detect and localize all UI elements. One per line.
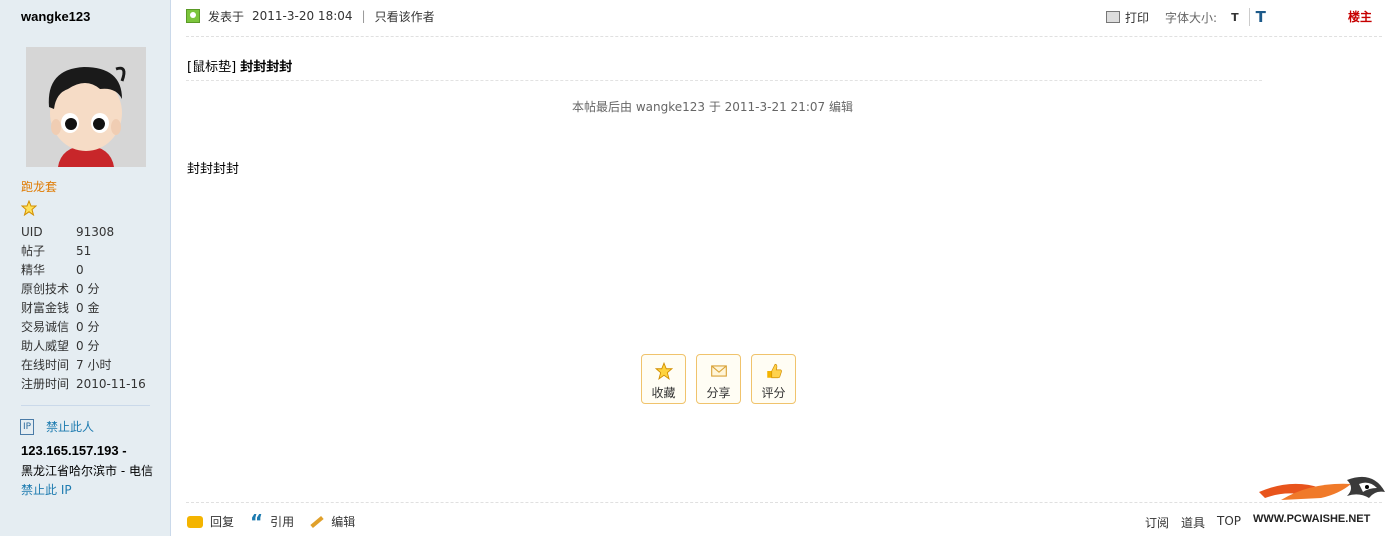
quote-button[interactable]: “ 引用 [250,509,295,534]
envelope-icon [710,365,727,377]
reply-button[interactable]: 回复 [187,513,234,530]
avatar[interactable] [26,47,146,167]
favorite-button[interactable]: 收藏 [641,354,686,404]
stat-row: UID 91308 [21,224,146,243]
post-title: [鼠标垫] 封封封封 [187,56,292,75]
ip-icon[interactable]: IP [20,418,34,435]
stat-label: 交易诚信 [21,320,70,334]
post-actions: 收藏 分享 评分 [641,354,806,404]
site-logo: WWW.PCWAISHE.NET [1253,476,1385,525]
post-meta: 发表于 2011-3-20 18:04 | 只看该作者 [186,7,435,25]
top-link[interactable]: TOP [1217,514,1241,531]
only-author-link[interactable]: 只看该作者 [375,8,435,25]
stat-label: 在线时间 [21,358,70,372]
stat-value: 51 [76,244,92,258]
print-link[interactable]: 打印 [1125,9,1149,26]
user-rank: 跑龙套 [21,180,58,194]
stat-label: 注册时间 [21,377,70,391]
stat-row: 交易诚信 0 分 [21,319,146,338]
quote-icon: “ [250,509,264,534]
font-small-button[interactable]: T [1231,11,1239,24]
stat-value: 0 分 [76,320,100,334]
meta-divider [186,36,1382,37]
ban-ip-link[interactable]: 禁止此 IP [21,481,72,498]
stat-label: 精华 [21,263,46,277]
thumb-icon [766,363,782,379]
reply-icon [187,515,203,528]
stat-label: 原创技术 [21,282,70,296]
user-stats: UID 91308 帖子 51 精华 0 原创技术 0 分 财富金钱 0 金 交易诚信 0 … [21,224,146,395]
title-divider [186,80,1262,81]
rate-button[interactable]: 评分 [751,354,796,404]
post-footer-links: 订阅 道具 TOP [1145,514,1253,531]
footer-divider [186,502,1382,503]
stat-row: 精华 0 [21,262,146,281]
stat-label: UID [21,225,43,239]
tools-link[interactable]: 道具 [1181,514,1205,531]
edit-label: 编辑 [331,515,356,529]
stat-value: 91308 [76,225,115,239]
edit-button[interactable]: 编辑 [310,513,355,530]
site-watermark: WWW.PCWAISHE.NET [1253,513,1371,525]
floor-label[interactable]: 楼主 [1348,8,1372,25]
subscribe-link[interactable]: 订阅 [1145,514,1169,531]
share-button[interactable]: 分享 [696,354,741,404]
favorite-label: 收藏 [651,386,676,400]
title-text: 封封封封 [240,60,293,75]
stat-value: 0 分 [76,282,100,296]
font-large-button[interactable]: T [1248,8,1266,26]
stat-value: 0 分 [76,339,100,353]
ip-actions: IP 禁止此人 [20,418,94,435]
ip-location: 黑龙江省哈尔滨市 - 电信 [21,464,153,478]
posted-time: 2011-3-20 18:04 [252,9,353,23]
star-icon [654,362,673,380]
pencil-icon [310,515,324,528]
post-footer-actions: 回复 “ 引用 编辑 [187,509,371,534]
ban-user-link[interactable]: 禁止此人 [46,418,94,435]
rank-star-icon [21,200,37,216]
stat-label: 财富金钱 [21,301,70,315]
reply-label: 回复 [210,515,235,529]
title-category[interactable]: [鼠标垫] [187,60,236,75]
post-body: 封封封封 [187,162,240,177]
stat-row: 注册时间 2010-11-16 [21,376,146,395]
stat-label: 助人威望 [21,339,70,353]
rate-label: 评分 [761,386,786,400]
stat-label: 帖子 [21,244,46,258]
ip-address: 123.165.157.193 - [21,443,127,458]
font-size-label: 字体大小: [1165,10,1218,25]
edit-notice: 本帖最后由 wangke123 于 2011-3-21 21:07 编辑 [572,100,853,114]
stat-value: 7 小时 [76,358,112,372]
online-status-icon [186,9,200,23]
stat-row: 财富金钱 0 金 [21,300,146,319]
stat-row: 在线时间 7 小时 [21,357,146,376]
author-sidebar: wangke123 跑龙套 UID 91308 帖子 51 精华 0 原创技术 0 分 … [0,0,171,536]
separator: | [361,9,366,23]
stat-value: 2010-11-16 [76,377,146,391]
printer-icon[interactable] [1106,11,1120,23]
stat-value: 0 [76,263,84,277]
sidebar-divider [21,405,150,406]
stat-row: 助人威望 0 分 [21,338,146,357]
author-name[interactable]: wangke123 [21,9,90,24]
stat-value: 0 金 [76,301,100,315]
posted-label: 发表于 [208,9,245,24]
share-label: 分享 [706,386,731,400]
stat-row: 帖子 51 [21,243,146,262]
avatar-image [26,47,146,167]
quote-label: 引用 [270,515,295,529]
post-tools: 打印 字体大小: T T [1106,8,1266,26]
stat-row: 原创技术 0 分 [21,281,146,300]
